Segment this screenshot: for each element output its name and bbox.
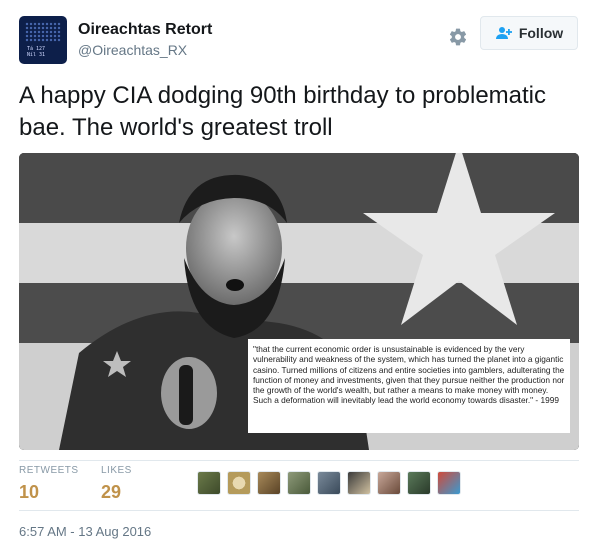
likers-avatar-row <box>197 471 467 495</box>
follow-button[interactable]: Follow <box>480 16 578 50</box>
liker-avatar[interactable] <box>287 471 311 495</box>
tweet-stats: RETWEETS 10 LIKES 29 <box>19 465 579 511</box>
liker-avatar[interactable] <box>407 471 431 495</box>
display-name[interactable]: Oireachtas Retort <box>78 21 212 39</box>
likes-count[interactable]: 29 <box>101 482 121 503</box>
retweets-count[interactable]: 10 <box>19 482 39 503</box>
likes-label[interactable]: LIKES <box>101 465 132 476</box>
liker-avatar[interactable] <box>197 471 221 495</box>
tweet-timestamp[interactable]: 6:57 AM - 13 Aug 2016 <box>19 524 151 539</box>
retweets-label[interactable]: RETWEETS <box>19 465 79 476</box>
avatar-seats-graphic <box>25 22 61 42</box>
liker-avatar[interactable] <box>377 471 401 495</box>
liker-avatar[interactable] <box>317 471 341 495</box>
follow-button-label: Follow <box>518 25 564 41</box>
tweet-header: Tá 127 Níl 31 Oireachtas Retort @Oireach… <box>19 16 579 64</box>
divider <box>19 510 579 511</box>
quote-caption: "that the current economic order is unsu… <box>248 339 570 433</box>
liker-avatar[interactable] <box>257 471 281 495</box>
divider <box>19 460 579 461</box>
avatar-score-line: Níl 31 <box>27 52 46 58</box>
tweet-text: A happy CIA dodging 90th birthday to pro… <box>19 82 547 141</box>
liker-avatar[interactable] <box>227 471 251 495</box>
gear-icon[interactable] <box>446 25 470 49</box>
avatar[interactable]: Tá 127 Níl 31 <box>19 16 67 64</box>
avatar-score: Tá 127 Níl 31 <box>27 46 45 58</box>
liker-avatar[interactable] <box>347 471 371 495</box>
add-user-icon <box>495 26 513 40</box>
user-handle[interactable]: @Oireachtas_RX <box>78 42 187 58</box>
liker-avatar[interactable] <box>437 471 461 495</box>
tweet-photo[interactable]: "that the current economic order is unsu… <box>19 153 579 450</box>
